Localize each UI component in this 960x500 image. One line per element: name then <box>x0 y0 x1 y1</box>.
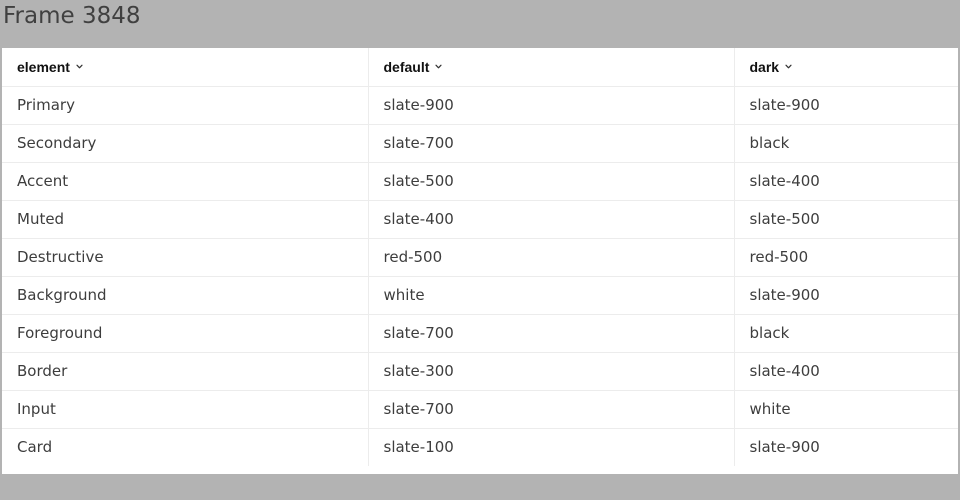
cell-default: red-500 <box>368 238 735 277</box>
cell-default: slate-700 <box>368 390 735 429</box>
column-header-element[interactable]: element <box>2 48 369 87</box>
cell-dark: slate-900 <box>749 438 820 457</box>
chevron-down-icon <box>784 62 793 71</box>
column-header-dark[interactable]: dark <box>734 48 958 87</box>
column-header-label: dark <box>749 58 780 75</box>
chevron-down-icon <box>75 62 84 71</box>
cell-dark: slate-400 <box>734 352 958 391</box>
cell-element: Secondary <box>2 124 369 163</box>
frame-title: Frame 3848 <box>3 3 141 29</box>
cell-element: Background <box>2 276 369 315</box>
table-row: Card slate-100 slate-900 <box>2 428 958 466</box>
cell-element: Destructive <box>2 238 369 277</box>
table-header-row: element default dark <box>2 48 958 87</box>
cell-element: Primary <box>2 86 369 125</box>
table: element default dark Primary slate-900 s… <box>2 48 958 466</box>
chevron-down-icon <box>434 62 443 71</box>
cell-element: Input <box>2 390 369 429</box>
cell-dark: slate-900 <box>734 86 958 125</box>
data-table: element default dark Primary slate-900 s… <box>2 48 958 474</box>
table-row: Secondary slate-700 black <box>2 124 958 163</box>
table-row: Border slate-300 slate-400 <box>2 352 958 391</box>
cell-dark: slate-500 <box>734 200 958 239</box>
cell-default: slate-400 <box>368 200 735 239</box>
table-row: Input slate-700 white <box>2 390 958 429</box>
table-row: Foreground slate-700 black <box>2 314 958 353</box>
cell-default: slate-500 <box>368 162 735 201</box>
cell-default: slate-900 <box>368 86 735 125</box>
column-header-label: element <box>17 58 70 75</box>
frame: Frame 3848 element default dark Primary … <box>0 0 960 500</box>
cell-dark: black <box>734 124 958 163</box>
column-header-default[interactable]: default <box>368 48 735 87</box>
cell-element: Foreground <box>2 314 369 353</box>
table-row: Background white slate-900 <box>2 276 958 315</box>
column-header-label: default <box>383 58 430 75</box>
cell-element: Muted <box>2 200 369 239</box>
cell-default: slate-700 <box>368 314 735 353</box>
cell-default: slate-300 <box>368 352 735 391</box>
cell-dark: red-500 <box>734 238 958 277</box>
cell-default: slate-100 <box>368 428 735 466</box>
cell-element: Border <box>2 352 369 391</box>
table-row: Muted slate-400 slate-500 <box>2 200 958 239</box>
table-row: Primary slate-900 slate-900 <box>2 86 958 125</box>
cell-element: Accent <box>2 162 369 201</box>
table-row: Accent slate-500 slate-400 <box>2 162 958 201</box>
cell-default: white <box>368 276 735 315</box>
cell-dark: white <box>734 390 958 429</box>
cell-element: Card <box>2 428 369 466</box>
table-row: Destructive red-500 red-500 <box>2 238 958 277</box>
cell-default: slate-700 <box>368 124 735 163</box>
cell-dark: slate-900 <box>734 276 958 315</box>
cell-dark: slate-400 <box>734 162 958 201</box>
cell-dark: black <box>734 314 958 353</box>
